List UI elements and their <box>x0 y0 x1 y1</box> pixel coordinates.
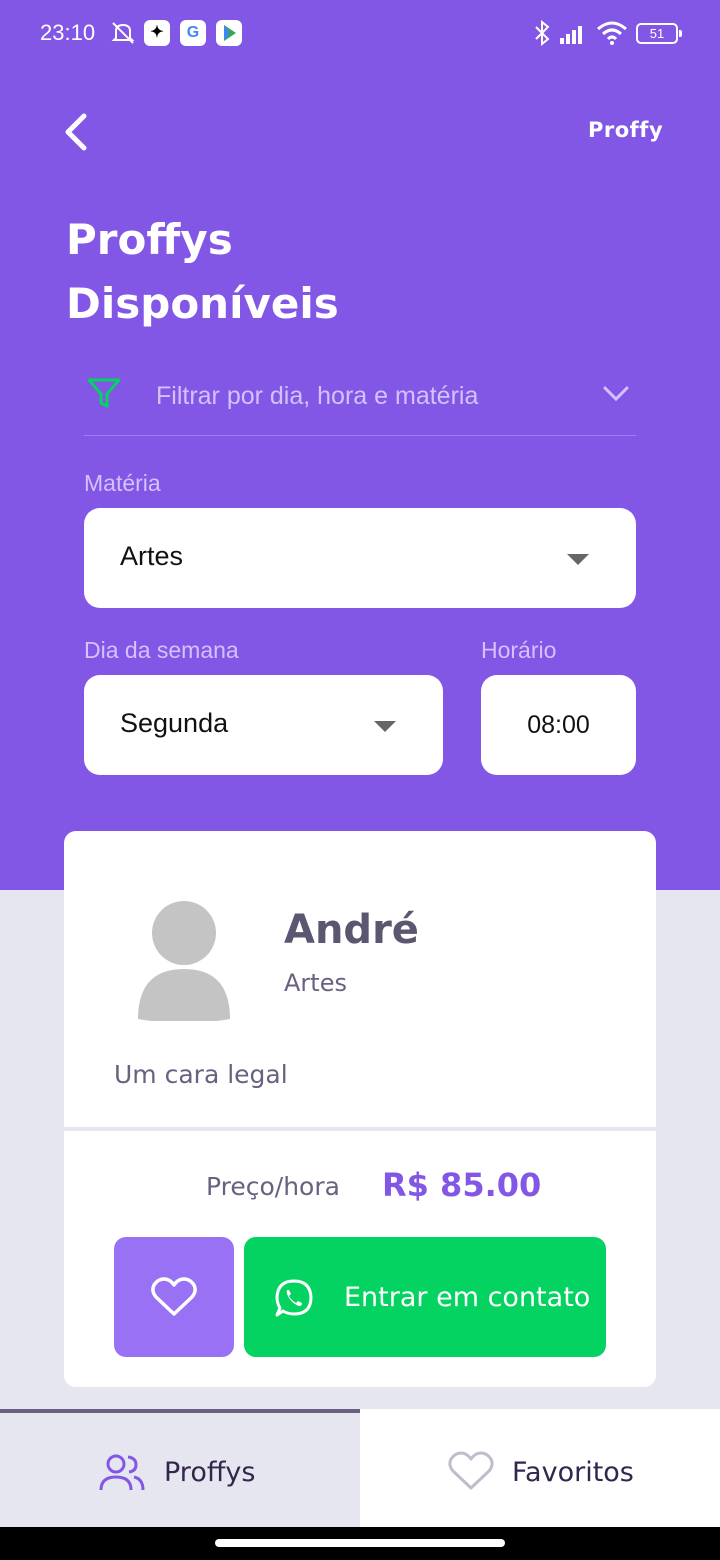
heart-icon <box>448 1451 494 1490</box>
google-icon: G <box>180 20 206 46</box>
contact-button-label: Entrar em contato <box>344 1282 591 1313</box>
filter-icon <box>87 378 121 408</box>
page-title-line2: Disponíveis <box>66 279 339 328</box>
subject-select[interactable]: Artes <box>84 508 636 608</box>
signal-icon <box>560 26 582 44</box>
card-footer: Preço/hora R$ 85.00 Entrar em contato <box>64 1127 656 1387</box>
weekday-select[interactable]: Segunda <box>84 675 443 775</box>
heart-icon <box>151 1277 197 1316</box>
chevron-down-icon <box>603 386 629 402</box>
teacher-subject: Artes <box>284 969 347 997</box>
teacher-card: André Artes Um cara legal Preço/hora R$ … <box>64 831 656 1387</box>
weekday-value: Segunda <box>120 708 229 738</box>
time-label: Horário <box>481 637 557 663</box>
avatar <box>138 901 230 1021</box>
tab-proffys-label: Proffys <box>164 1457 256 1488</box>
subject-value: Artes <box>120 541 184 571</box>
bluetooth-icon <box>535 20 550 46</box>
whatsapp-icon <box>275 1279 313 1317</box>
favorite-button[interactable] <box>114 1237 234 1357</box>
price-value: R$ 85.00 <box>382 1166 542 1204</box>
filter-toggle[interactable]: Filtrar por dia, hora e matéria <box>84 366 636 436</box>
dropdown-caret-icon <box>374 721 396 732</box>
status-bar: 23:10 ✦ G 51 <box>0 0 720 68</box>
contact-button[interactable]: Entrar em contato <box>244 1237 606 1357</box>
time-value: 08:00 <box>527 711 590 739</box>
page-title-line1: Proffys <box>66 215 233 264</box>
price-label: Preço/hora <box>206 1172 340 1201</box>
dropdown-caret-icon <box>567 554 589 565</box>
system-nav-bar <box>0 1527 720 1560</box>
mute-icon <box>111 22 135 44</box>
filter-label: Filtrar por dia, hora e matéria <box>156 382 479 410</box>
tab-favoritos[interactable]: Favoritos <box>360 1409 720 1527</box>
status-time: 23:10 <box>40 20 96 45</box>
app-icon: ✦ <box>144 20 170 46</box>
chevron-left-icon <box>65 113 87 151</box>
home-indicator[interactable] <box>215 1539 505 1547</box>
weekday-label: Dia da semana <box>84 637 239 663</box>
bottom-tab-bar: Proffys Favoritos <box>0 1409 720 1527</box>
back-button[interactable] <box>56 108 100 156</box>
wifi-icon <box>597 21 627 45</box>
play-store-icon <box>216 20 242 46</box>
users-icon <box>99 1454 145 1491</box>
tab-proffys[interactable]: Proffys <box>0 1409 360 1527</box>
page-title: Proffys Disponíveis <box>66 208 466 336</box>
teacher-bio: Um cara legal <box>114 1060 288 1089</box>
teacher-name: André <box>284 907 419 953</box>
subject-label: Matéria <box>84 470 161 496</box>
battery-icon: 51 <box>636 23 682 44</box>
proffy-logo: Proffy <box>588 118 664 142</box>
tab-favoritos-label: Favoritos <box>512 1457 634 1488</box>
time-input[interactable]: 08:00 <box>481 675 636 775</box>
